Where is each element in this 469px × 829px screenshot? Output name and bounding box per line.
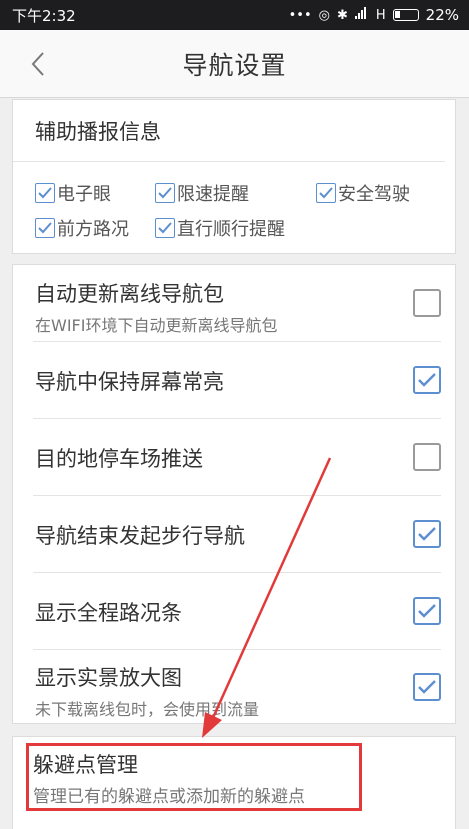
- checkbox-checked-icon: [35, 218, 55, 238]
- checkbox-checked-icon: [155, 183, 175, 203]
- checkmark-icon: [418, 680, 436, 694]
- page-title: 导航设置: [182, 50, 287, 80]
- more-icon: •••: [288, 7, 312, 23]
- checkbox-unchecked[interactable]: [413, 289, 441, 317]
- checkbox-checked-icon: [35, 183, 55, 203]
- setting-keep-screen-on[interactable]: 导航中保持屏幕常亮: [13, 342, 455, 418]
- option-label: 限速提醒: [177, 184, 249, 205]
- option-traffic-ahead[interactable]: 前方路况: [35, 215, 129, 241]
- setting-label: 自动更新离线导航包: [35, 282, 224, 306]
- setting-label: 显示实景放大图: [35, 666, 182, 690]
- broadcast-card: 辅助播报信息 电子眼 限速提醒 安全驾驶 前方路况 直行顺行提醒: [12, 99, 456, 254]
- checkmark-icon: [418, 527, 436, 541]
- broadcast-title: 辅助播报信息: [13, 100, 445, 162]
- hotspot-icon: ◎: [318, 7, 330, 23]
- checkbox-checked-icon: [316, 183, 336, 203]
- checkbox-checked[interactable]: [413, 366, 441, 394]
- status-time: 下午2:32: [12, 6, 76, 25]
- option-label: 直行顺行提醒: [177, 219, 285, 240]
- status-icons: ••• ◎ ✱ H 22%: [289, 6, 459, 24]
- chevron-left-icon: [31, 52, 44, 76]
- setting-label: 目的地停车场推送: [35, 447, 203, 471]
- signal-icon: [354, 7, 369, 23]
- option-label: 安全驾驶: [338, 184, 410, 205]
- setting-walk-navigation[interactable]: 导航结束发起步行导航: [13, 496, 455, 572]
- setting-route-traffic-bar[interactable]: 显示全程路况条: [13, 573, 455, 649]
- checkbox-checked[interactable]: [413, 673, 441, 701]
- option-safe-driving[interactable]: 安全驾驶: [316, 180, 410, 206]
- setting-sub: 未下载离线包时，会使用到流量: [35, 700, 260, 719]
- option-label: 前方路况: [57, 219, 129, 240]
- settings-card: 自动更新离线导航包 在WIFI环境下自动更新离线导航包 导航中保持屏幕常亮 目的…: [12, 264, 456, 724]
- checkbox-checked[interactable]: [413, 597, 441, 625]
- network-type: H: [375, 7, 386, 23]
- setting-auto-update-offline[interactable]: 自动更新离线导航包 在WIFI环境下自动更新离线导航包: [13, 265, 455, 341]
- title-bar: 导航设置: [0, 30, 469, 98]
- setting-label: 显示全程路况条: [35, 601, 182, 625]
- annotation-highlight-box: [26, 743, 362, 811]
- setting-label: 导航中保持屏幕常亮: [35, 370, 224, 394]
- option-e-eye[interactable]: 电子眼: [35, 180, 111, 206]
- checkbox-unchecked[interactable]: [413, 443, 441, 471]
- option-label: 电子眼: [57, 184, 111, 205]
- setting-sub: 在WIFI环境下自动更新离线导航包: [35, 316, 278, 335]
- setting-label: 导航结束发起步行导航: [35, 524, 245, 548]
- back-button[interactable]: [18, 44, 58, 84]
- setting-parking-push[interactable]: 目的地停车场推送: [13, 419, 455, 495]
- setting-realview-zoom[interactable]: 显示实景放大图 未下载离线包时，会使用到流量: [13, 650, 455, 725]
- checkbox-checked[interactable]: [413, 520, 441, 548]
- checkmark-icon: [418, 373, 436, 387]
- battery-percent: 22%: [425, 6, 459, 24]
- option-speed-limit[interactable]: 限速提醒: [155, 180, 249, 206]
- option-straight-reminder[interactable]: 直行顺行提醒: [155, 215, 285, 241]
- status-bar: 下午2:32 ••• ◎ ✱ H 22%: [0, 0, 469, 30]
- bluetooth-icon: ✱: [336, 7, 348, 23]
- checkbox-checked-icon: [155, 218, 175, 238]
- battery-icon: [392, 9, 419, 21]
- checkmark-icon: [418, 604, 436, 618]
